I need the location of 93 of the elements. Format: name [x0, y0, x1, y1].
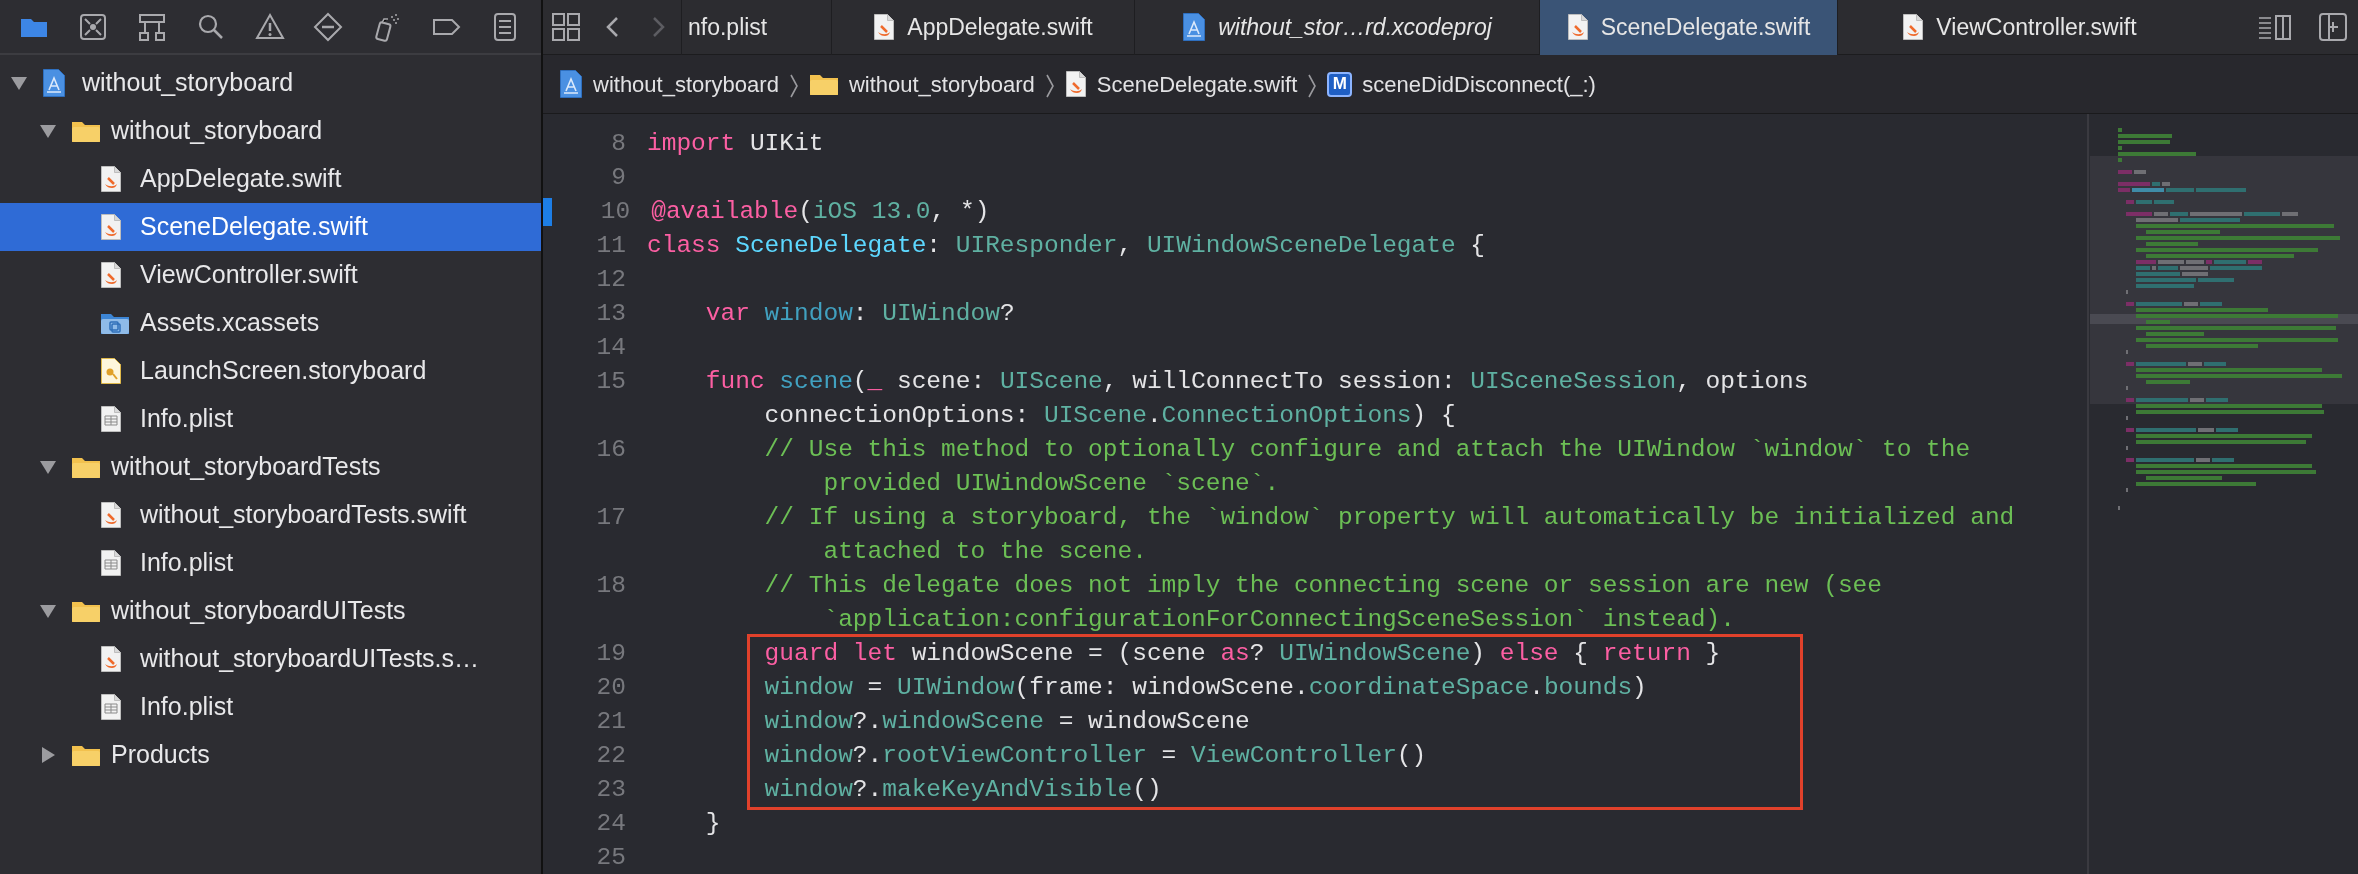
plist-file-icon	[100, 405, 122, 433]
breadcrumb-item[interactable]: without_storyboard	[808, 67, 1035, 101]
chevron-icon	[788, 72, 799, 99]
line-number: 22	[595, 741, 627, 771]
code-line: window?.makeKeyAndVisible()	[763, 775, 1162, 805]
editor-tab[interactable]: ViewController.swift	[1837, 0, 2201, 55]
swift-file-icon	[100, 165, 122, 193]
code-line: import UIKit	[646, 129, 824, 159]
swift-file-icon	[1566, 13, 1589, 41]
code-line: // This delegate does not imply the connecting scene or session are new (see	[763, 571, 1882, 601]
line-number: 11	[595, 231, 627, 261]
tree-item[interactable]: Products	[0, 731, 541, 779]
code-line: guard let windowScene = (scene as? UIWindowScene) else { return }	[763, 639, 1721, 669]
tree-item[interactable]: ViewController.swift	[0, 251, 541, 299]
disclosure-triangle-icon[interactable]	[39, 746, 57, 764]
disclosure-triangle-icon[interactable]	[39, 122, 57, 140]
swift-file-icon	[100, 213, 122, 241]
plist-file-icon	[100, 693, 122, 721]
grid-icon[interactable]	[551, 12, 581, 42]
line-number: 8	[610, 129, 627, 159]
line-number: 25	[595, 843, 627, 873]
tree-item[interactable]: without_storyboardUITests	[0, 587, 541, 635]
code-line: connectionOptions: UIScene.ConnectionOptions) {	[763, 401, 1456, 431]
swift-file-icon	[1902, 13, 1925, 41]
editor-tab[interactable]: AppDelegate.swift	[831, 0, 1134, 55]
swift-file-icon	[1064, 70, 1087, 98]
code-line: // Use this method to optionally configure and attach the UIWindow `window` to the	[763, 435, 1971, 465]
editor-tab[interactable]: SceneDelegate.swift	[1539, 0, 1837, 55]
add-editor-icon[interactable]	[2318, 12, 2348, 42]
line-number: 17	[595, 503, 627, 533]
folder-icon	[71, 455, 101, 479]
plist-file-icon	[100, 549, 122, 577]
tree-item[interactable]: Assets.xcassets	[0, 299, 541, 347]
line-number: 21	[595, 707, 627, 737]
folder-icon	[71, 599, 101, 623]
diamond-icon[interactable]	[312, 10, 345, 43]
code-line: provided UIWindowScene `scene`.	[822, 469, 1280, 499]
code-line: }	[704, 809, 721, 839]
tree-item[interactable]: without_storyboardTests.swift	[0, 491, 541, 539]
tree-item[interactable]: Info.plist	[0, 539, 541, 587]
chevron-icon	[1307, 72, 1318, 99]
swift-file-icon	[100, 645, 122, 673]
code-line: @available(iOS 13.0, *)	[650, 197, 990, 227]
chevron-icon	[1044, 72, 1055, 99]
swift-file-icon	[100, 501, 122, 529]
code-line: class SceneDelegate: UIResponder, UIWindowSceneDelegate {	[646, 231, 1486, 261]
editor-tab[interactable]: without_stor…rd.xcodeproj	[1134, 0, 1539, 55]
project-file-icon	[559, 69, 583, 99]
line-number: 10	[599, 197, 632, 227]
disclosure-triangle-icon[interactable]	[39, 602, 57, 620]
code-line: // If using a storyboard, the `window` property will automatically be initialized and	[763, 503, 2015, 533]
swift-file-icon	[100, 261, 122, 289]
tree-item[interactable]: Info.plist	[0, 683, 541, 731]
editor-tab[interactable]: nfo.plist	[681, 0, 831, 55]
folder-icon	[71, 119, 101, 143]
disclosure-triangle-icon[interactable]	[10, 74, 28, 92]
project-file-icon	[42, 68, 66, 98]
line-number: 13	[595, 299, 627, 329]
change-bar	[543, 198, 553, 226]
line-number: 16	[595, 435, 627, 465]
line-number: 20	[595, 673, 627, 703]
tree-item[interactable]: without_storyboard	[0, 107, 541, 155]
line-number: 9	[610, 163, 627, 193]
code-line: func scene(_ scene: UIScene, willConnectTo session: UISceneSession, options	[704, 367, 1809, 397]
tree-item[interactable]: LaunchScreen.storyboard	[0, 347, 541, 395]
swift-file-icon	[873, 13, 896, 41]
tree-item[interactable]: SceneDelegate.swift	[0, 203, 541, 251]
line-number: 12	[595, 265, 627, 295]
project-file-icon	[1182, 12, 1207, 42]
line-number: 14	[595, 333, 627, 363]
code-line: var window: UIWindow?	[704, 299, 1015, 329]
tree-item[interactable]: Info.plist	[0, 395, 541, 443]
line-number: 15	[595, 367, 627, 397]
folder-icon	[808, 72, 839, 96]
storyboard-file-icon	[100, 357, 122, 385]
tree-item[interactable]: AppDelegate.swift	[0, 155, 541, 203]
line-number: 19	[595, 639, 627, 669]
code-line: `application:configurationForConnectingSceneSession` instead).	[822, 605, 1735, 635]
folder-icon	[71, 743, 101, 767]
disclosure-triangle-icon[interactable]	[39, 458, 57, 476]
breadcrumb-item[interactable]: without_storyboard	[559, 67, 779, 101]
tree-item[interactable]: without_storyboardUITests.s…	[0, 635, 541, 683]
code-line: window?.rootViewController = ViewController()	[763, 741, 1427, 771]
code-line: window = UIWindow(frame: windowScene.coordinateSpace.bounds)	[763, 673, 1647, 703]
line-number: 24	[595, 809, 627, 839]
tree-item[interactable]: without_storyboard	[0, 59, 541, 107]
tree-item[interactable]: without_storyboardTests	[0, 443, 541, 491]
breadcrumb-item[interactable]: M sceneDidDisconnect(_:)	[1327, 67, 1596, 101]
code-line: attached to the scene.	[822, 537, 1147, 567]
line-number: 18	[595, 571, 627, 601]
code-line: window?.windowScene = windowScene	[763, 707, 1250, 737]
line-number: 23	[595, 775, 627, 805]
breadcrumb-item[interactable]: SceneDelegate.swift	[1064, 67, 1298, 101]
